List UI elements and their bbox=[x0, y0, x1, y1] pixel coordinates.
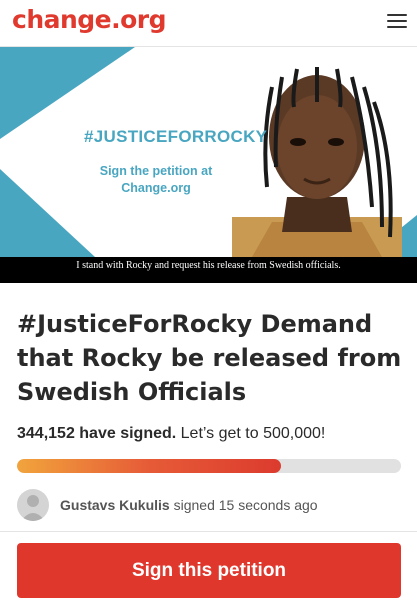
change-org-logo[interactable]: change.org bbox=[12, 4, 167, 36]
user-placeholder-icon bbox=[21, 495, 45, 521]
banner-sign-text: Sign the petition at Change.org bbox=[92, 163, 220, 197]
banner-sign-line2: Change.org bbox=[121, 181, 191, 195]
signer-action: signed 15 seconds ago bbox=[173, 497, 318, 513]
signature-count: 344,152 have signed. Let’s get to 500,00… bbox=[17, 425, 325, 443]
recent-signer-text: Gustavs Kukulis signed 15 seconds ago bbox=[60, 497, 318, 513]
petition-banner-image: #JUSTICEFORROCKY Sign the petition at Ch… bbox=[0, 47, 417, 283]
recent-signer: Gustavs Kukulis signed 15 seconds ago bbox=[17, 489, 401, 521]
signature-progress-bar bbox=[17, 459, 401, 473]
banner-decor-triangle bbox=[0, 47, 135, 139]
signed-count: 344,152 have signed. bbox=[17, 425, 177, 442]
top-header: change.org bbox=[0, 0, 417, 47]
banner-caption: I stand with Rocky and request his relea… bbox=[0, 257, 417, 283]
avatar bbox=[17, 489, 49, 521]
banner-hashtag: #JUSTICEFORROCKY bbox=[84, 127, 268, 146]
portrait-photo bbox=[232, 67, 402, 257]
banner-decor-triangle bbox=[0, 169, 95, 257]
petition-title: #JusticeForRocky Demand that Rocky be re… bbox=[17, 310, 402, 406]
divider bbox=[0, 531, 417, 532]
banner-sign-line1: Sign the petition at bbox=[99, 164, 213, 178]
goal-text: Let’s get to 500,000! bbox=[180, 425, 326, 442]
progress-fill bbox=[17, 459, 282, 473]
hamburger-menu-icon[interactable] bbox=[387, 14, 407, 30]
signer-name: Gustavs Kukulis bbox=[60, 497, 170, 513]
sign-petition-button[interactable]: Sign this petition bbox=[17, 543, 401, 598]
